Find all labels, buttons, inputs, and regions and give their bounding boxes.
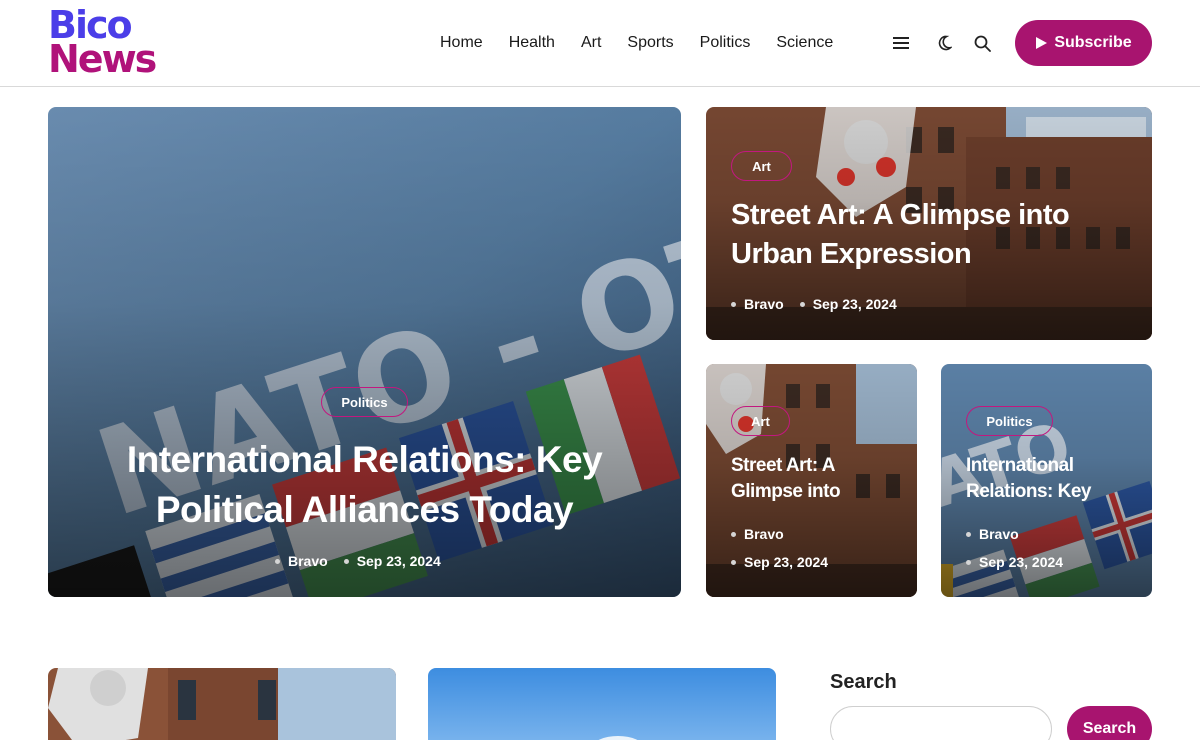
title-line: Glimpse into (731, 481, 841, 502)
featured-main-title[interactable]: International Relations: Key Political A… (48, 435, 681, 535)
nav-item-art[interactable]: Art (581, 33, 601, 53)
category-pill[interactable]: Politics (321, 387, 408, 417)
meta-dot (966, 559, 971, 565)
category-pill[interactable]: Art (731, 151, 792, 181)
title-line: Political Alliances Today (155, 489, 574, 530)
category-pill[interactable]: Politics (966, 406, 1053, 436)
title-line: Urban Expression (731, 238, 972, 270)
post-author[interactable]: Bravo (979, 526, 1019, 542)
title-line: Street Art: A (731, 455, 836, 476)
featured-top-right-card[interactable]: Art Street Art: A Glimpse into Urban Exp… (706, 107, 1152, 340)
meta-dot (731, 559, 736, 565)
play-icon (1036, 37, 1048, 49)
sidebar-search-button[interactable]: Search (1067, 706, 1152, 740)
street-art-image (48, 668, 396, 740)
title-line: Relations: Key (966, 481, 1091, 502)
menu-icon[interactable] (891, 33, 911, 53)
featured-top-right-title[interactable]: Street Art: A Glimpse into Urban Express… (731, 196, 1131, 274)
post-meta: Bravo Sep 23, 2024 (275, 553, 441, 569)
post-date: Sep 23, 2024 (812, 296, 897, 312)
meta-dot (275, 558, 280, 564)
post-author[interactable]: Bravo (288, 553, 328, 569)
post-meta: Bravo Sep 23, 2024 (731, 296, 897, 312)
post-date-row: Sep 23, 2024 (966, 554, 1063, 570)
site-logo[interactable]: Bico News (48, 6, 188, 81)
logo-line-2: News (48, 37, 157, 81)
post-author[interactable]: Bravo (744, 296, 784, 312)
meta-dot (731, 301, 736, 307)
category-pill[interactable]: Art (731, 406, 790, 436)
nav-item-home[interactable]: Home (440, 33, 483, 53)
sidebar-search-title: Search (830, 671, 897, 693)
title-line: Street Art: A Glimpse into (731, 199, 1070, 231)
main-nav: Home Health Art Sports Politics Science (440, 33, 859, 53)
featured-small-right-card[interactable]: ATO Politics International Relations: Ke… (941, 364, 1152, 597)
sky-image (428, 668, 776, 740)
site-header: Bico News Home Health Art Sports Politic… (0, 0, 1200, 87)
nav-item-sports[interactable]: Sports (627, 33, 673, 53)
post-date: Sep 23, 2024 (979, 554, 1064, 570)
post-author[interactable]: Bravo (744, 526, 784, 542)
nav-item-politics[interactable]: Politics (700, 33, 751, 53)
post-author-row: Bravo (731, 526, 784, 542)
post-date-row: Sep 23, 2024 (731, 554, 828, 570)
meta-dot (731, 531, 736, 537)
nav-item-health[interactable]: Health (509, 33, 555, 53)
meta-dot (966, 531, 971, 537)
nav-item-science[interactable]: Science (776, 33, 833, 53)
title-line: International Relations: Key (126, 439, 603, 480)
meta-dot (343, 558, 349, 564)
moon-icon[interactable] (934, 33, 954, 53)
subscribe-label: Subscribe (1054, 34, 1132, 51)
subscribe-button[interactable]: Subscribe (1015, 20, 1152, 66)
search-icon[interactable] (972, 33, 992, 53)
sidebar-search-input[interactable] (830, 706, 1052, 740)
post-thumbnail[interactable] (48, 668, 396, 740)
title-line: International (966, 455, 1074, 476)
post-thumbnail[interactable] (428, 668, 776, 740)
meta-dot (799, 301, 805, 307)
featured-main-card[interactable]: NATO - OT Politics International Relatio… (48, 107, 681, 597)
post-date: Sep 23, 2024 (744, 554, 829, 570)
featured-small-left-title[interactable]: Street Art: A Glimpse into (731, 453, 911, 505)
post-author-row: Bravo (966, 526, 1019, 542)
post-date: Sep 23, 2024 (356, 553, 441, 569)
featured-small-right-title[interactable]: International Relations: Key (966, 453, 1146, 505)
featured-small-left-card[interactable]: Art Street Art: A Glimpse into Bravo Sep… (706, 364, 917, 597)
